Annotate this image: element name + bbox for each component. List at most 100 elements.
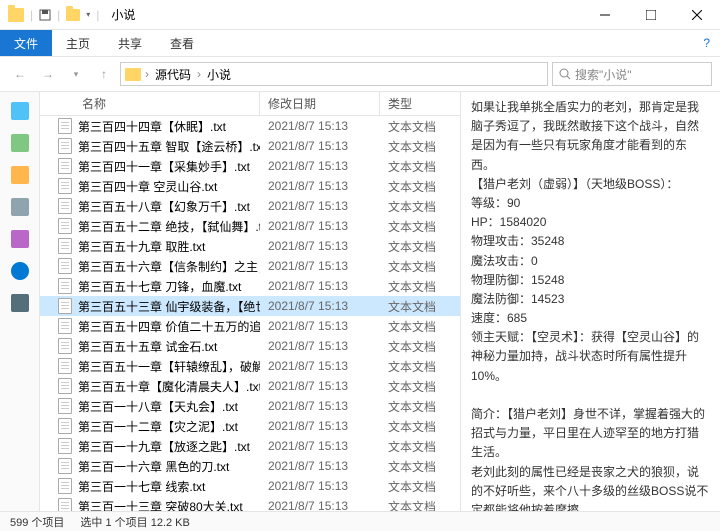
file-row[interactable]: 第三百五十六章【信条制约】之主，佐…2021/8/7 15:13文本文档 <box>40 256 460 276</box>
separator: | <box>57 8 60 22</box>
file-date: 2021/8/7 15:13 <box>260 299 380 313</box>
file-type: 文本文档 <box>380 378 460 395</box>
breadcrumb-item[interactable]: 小说 <box>205 66 233 83</box>
file-row[interactable]: 第三百五十一章【轩辕缭乱】，破解!.txt2021/8/7 15:13文本文档 <box>40 356 460 376</box>
desktop-icon[interactable] <box>11 134 29 152</box>
file-row[interactable]: 第三百四十一章【采集妙手】.txt 2021/8/7 15:13文本文档 <box>40 156 460 176</box>
file-row[interactable]: 第三百五十四章 价值二十五万的追杀令.txt2021/8/7 15:13文本文档 <box>40 316 460 336</box>
file-date: 2021/8/7 15:13 <box>260 219 380 233</box>
file-type: 文本文档 <box>380 478 460 495</box>
search-input[interactable]: 搜索"小说" <box>552 62 712 86</box>
text-file-icon <box>58 198 72 214</box>
sidebar <box>0 92 40 511</box>
text-file-icon <box>58 378 72 394</box>
file-name: 第三百一十六章 黑色的刀.txt <box>78 458 229 475</box>
save-icon[interactable] <box>39 9 51 21</box>
file-type: 文本文档 <box>380 498 460 512</box>
status-item-count: 599 个项目 <box>10 514 64 530</box>
file-date: 2021/8/7 15:13 <box>260 159 380 173</box>
file-name: 第三百五十四章 价值二十五万的追杀令.txt <box>78 318 260 335</box>
file-type: 文本文档 <box>380 278 460 295</box>
this-pc-icon[interactable] <box>11 294 29 312</box>
file-row[interactable]: 第三百一十二章【灾之泥】.txt2021/8/7 15:13文本文档 <box>40 416 460 436</box>
file-date: 2021/8/7 15:13 <box>260 359 380 373</box>
file-row[interactable]: 第三百五十三章 仙宇级装备，【绝世空…2021/8/7 15:13文本文档 <box>40 296 460 316</box>
file-name: 第三百一十二章【灾之泥】.txt <box>78 418 238 435</box>
file-name: 第三百五十六章【信条制约】之主，佐… <box>78 258 260 275</box>
ribbon-tab-share[interactable]: 共享 <box>104 30 156 56</box>
onedrive-icon[interactable] <box>11 262 29 280</box>
file-name: 第三百四十一章【采集妙手】.txt <box>78 158 250 175</box>
dropdown-caret[interactable]: ▾ <box>86 10 90 19</box>
file-date: 2021/8/7 15:13 <box>260 459 380 473</box>
pictures-icon[interactable] <box>11 230 29 248</box>
column-header-name[interactable]: 名称 <box>40 92 260 115</box>
file-row[interactable]: 第三百一十三章 突破80大关.txt2021/8/7 15:13文本文档 <box>40 496 460 511</box>
documents-icon[interactable] <box>11 198 29 216</box>
file-row[interactable]: 第三百四十五章 智取【途云桥】.txt2021/8/7 15:13文本文档 <box>40 136 460 156</box>
file-row[interactable]: 第三百五十七章 刀锋，血魔.txt2021/8/7 15:13文本文档 <box>40 276 460 296</box>
file-type: 文本文档 <box>380 178 460 195</box>
file-date: 2021/8/7 15:13 <box>260 379 380 393</box>
ribbon-file-tab[interactable]: 文件 <box>0 30 52 56</box>
file-row[interactable]: 第三百一十九章【放逐之匙】.txt 2021/8/7 15:13文本文档 <box>40 436 460 456</box>
file-date: 2021/8/7 15:13 <box>260 119 380 133</box>
file-type: 文本文档 <box>380 358 460 375</box>
file-type: 文本文档 <box>380 398 460 415</box>
text-file-icon <box>58 458 72 474</box>
text-file-icon <box>58 238 72 254</box>
nav-forward-button[interactable]: → <box>36 62 60 86</box>
file-type: 文本文档 <box>380 298 460 315</box>
ribbon-tab-view[interactable]: 查看 <box>156 30 208 56</box>
breadcrumb-item[interactable]: 源代码 <box>153 66 193 83</box>
file-name: 第三百五十三章 仙宇级装备，【绝世空… <box>78 298 260 315</box>
file-row[interactable]: 第三百一十八章【天丸会】.txt2021/8/7 15:13文本文档 <box>40 396 460 416</box>
file-type: 文本文档 <box>380 338 460 355</box>
file-row[interactable]: 第三百五十五章 试金石.txt2021/8/7 15:13文本文档 <box>40 336 460 356</box>
folder-icon-small[interactable] <box>66 9 80 21</box>
text-file-icon <box>58 258 72 274</box>
chevron-right-icon[interactable]: › <box>145 67 149 81</box>
file-type: 文本文档 <box>380 418 460 435</box>
file-type: 文本文档 <box>380 238 460 255</box>
file-name: 第三百一十九章【放逐之匙】.txt <box>78 438 250 455</box>
preview-pane: 如果让我单挑全盾实力的老刘，那肯定是我脑子秀逗了，我既然敢接下这个战斗，自然是因… <box>460 92 720 511</box>
file-type: 文本文档 <box>380 438 460 455</box>
maximize-button[interactable] <box>628 0 674 30</box>
file-row[interactable]: 第三百四十章 空灵山谷.txt2021/8/7 15:13文本文档 <box>40 176 460 196</box>
ribbon-tab-home[interactable]: 主页 <box>52 30 104 56</box>
file-date: 2021/8/7 15:13 <box>260 339 380 353</box>
file-row[interactable]: 第三百五十章【魔化清晨夫人】.txt2021/8/7 15:13文本文档 <box>40 376 460 396</box>
text-file-icon <box>58 298 72 314</box>
file-row[interactable]: 第三百五十九章 取胜.txt2021/8/7 15:13文本文档 <box>40 236 460 256</box>
file-list[interactable]: 第三百四十四章【休眠】.txt2021/8/7 15:13文本文档第三百四十五章… <box>40 116 460 511</box>
chevron-right-icon[interactable]: › <box>197 67 201 81</box>
window-title: 小说 <box>111 6 135 23</box>
file-name: 第三百四十章 空灵山谷.txt <box>78 178 217 195</box>
column-header-date[interactable]: 修改日期 <box>260 92 380 115</box>
file-date: 2021/8/7 15:13 <box>260 439 380 453</box>
file-type: 文本文档 <box>380 158 460 175</box>
file-row[interactable]: 第三百一十七章 线索.txt2021/8/7 15:13文本文档 <box>40 476 460 496</box>
help-icon[interactable]: ? <box>693 30 720 56</box>
file-row[interactable]: 第三百一十六章 黑色的刀.txt2021/8/7 15:13文本文档 <box>40 456 460 476</box>
address-bar[interactable]: › 源代码 › 小说 <box>120 62 548 86</box>
text-file-icon <box>58 398 72 414</box>
text-file-icon <box>58 138 72 154</box>
quick-access-icon[interactable] <box>11 102 29 120</box>
text-file-icon <box>58 418 72 434</box>
text-file-icon <box>58 158 72 174</box>
nav-back-button[interactable]: ← <box>8 62 32 86</box>
file-type: 文本文档 <box>380 218 460 235</box>
file-row[interactable]: 第三百四十四章【休眠】.txt2021/8/7 15:13文本文档 <box>40 116 460 136</box>
nav-up-button[interactable]: ↑ <box>92 62 116 86</box>
nav-recent-dropdown[interactable]: ▾ <box>64 62 88 86</box>
minimize-button[interactable] <box>582 0 628 30</box>
file-row[interactable]: 第三百五十二章 绝技，【弑仙舞】.txt2021/8/7 15:13文本文档 <box>40 216 460 236</box>
file-name: 第三百五十七章 刀锋，血魔.txt <box>78 278 241 295</box>
column-header-type[interactable]: 类型 <box>380 92 460 115</box>
downloads-icon[interactable] <box>11 166 29 184</box>
file-name: 第三百五十八章【幻象万千】.txt <box>78 198 250 215</box>
close-button[interactable] <box>674 0 720 30</box>
file-row[interactable]: 第三百五十八章【幻象万千】.txt2021/8/7 15:13文本文档 <box>40 196 460 216</box>
